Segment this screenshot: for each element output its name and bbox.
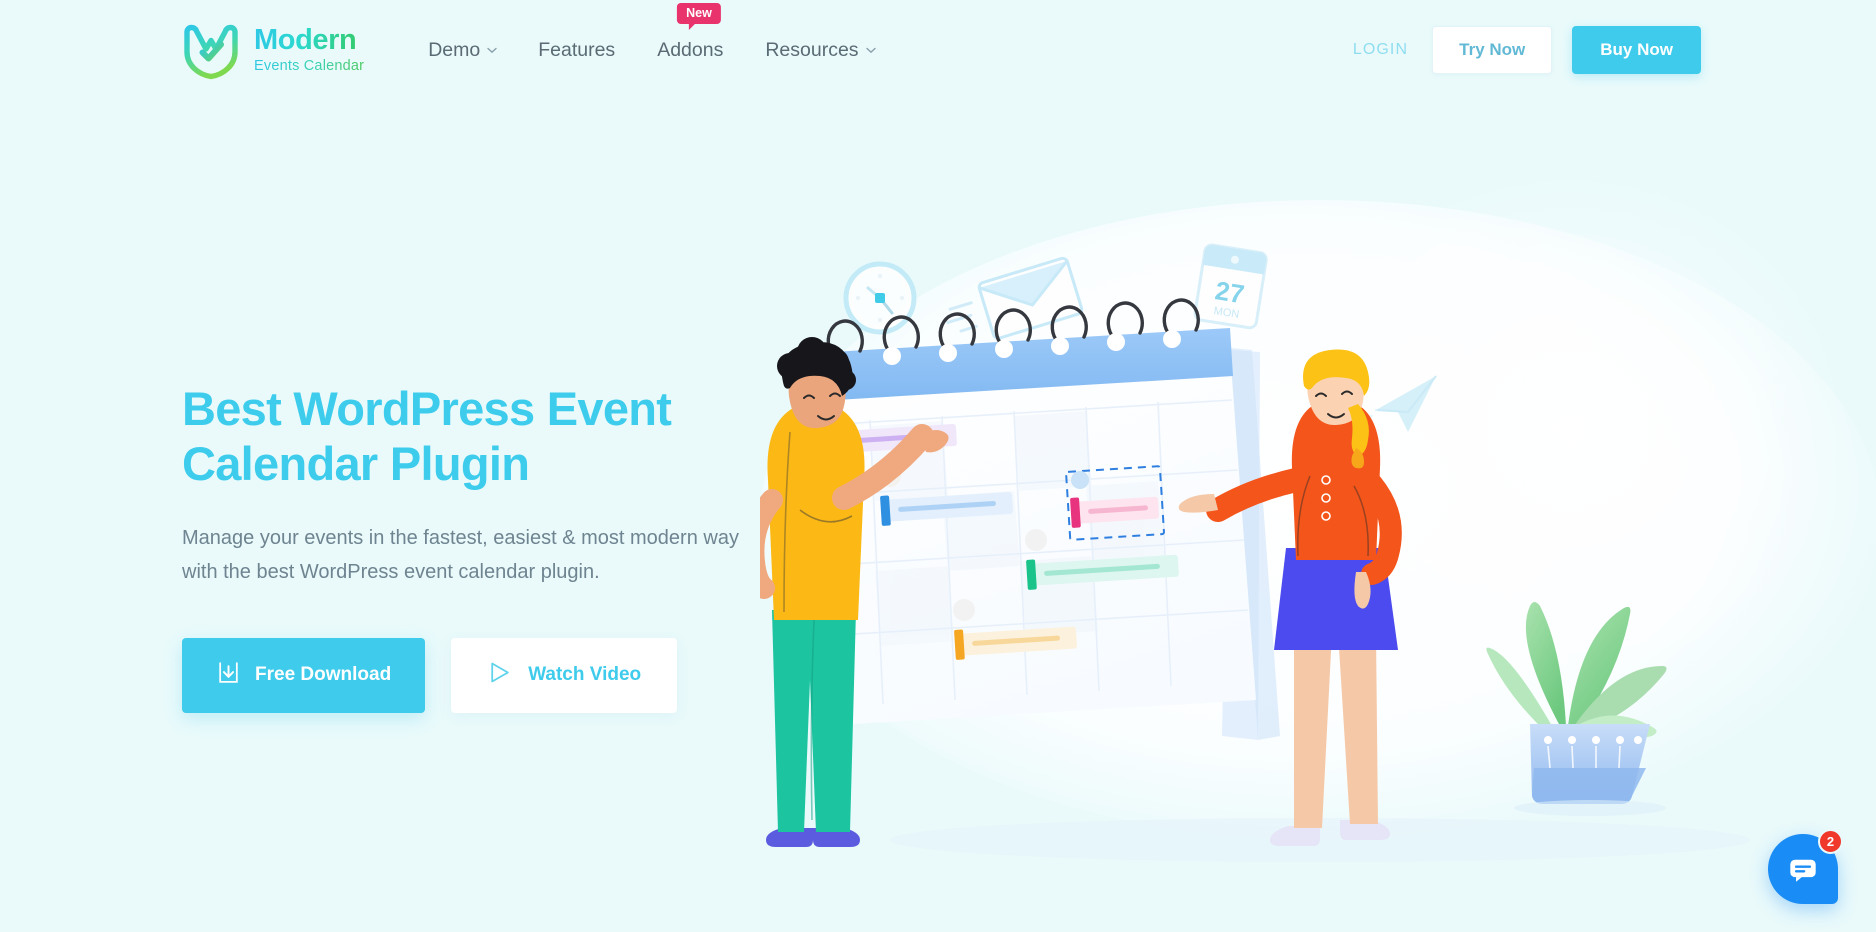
hero-title-line-2: Calendar Plugin — [182, 436, 530, 490]
play-icon — [487, 660, 512, 691]
potted-plant — [1486, 602, 1667, 816]
download-icon — [216, 660, 241, 691]
calendar-board — [800, 298, 1280, 740]
watch-video-label: Watch Video — [528, 664, 642, 686]
watch-video-button[interactable]: Watch Video — [451, 637, 678, 713]
logo-subtitle: Events Calendar — [254, 58, 365, 75]
header-actions: LOGIN Try Now Buy Now — [1353, 26, 1701, 74]
shield-check-icon — [180, 19, 242, 81]
nav-item-addons[interactable]: New Addons — [655, 2, 725, 70]
new-badge: New — [677, 2, 721, 31]
hero-title-line-1: Best WordPress Event — [182, 382, 672, 435]
site-logo[interactable]: Modern Events Calendar — [180, 19, 364, 81]
chat-unread-badge: 2 — [1818, 829, 1843, 854]
main-navigation: Demo Features New Addons Resources — [426, 2, 876, 70]
nav-item-features[interactable]: Features — [536, 31, 617, 70]
hero-cta-group: Free Download Watch Video — [182, 637, 822, 713]
nav-label: Features — [538, 38, 616, 61]
nav-item-resources[interactable]: Resources — [763, 31, 876, 70]
login-link[interactable]: LOGIN — [1353, 41, 1408, 59]
page-title: Best WordPress Event Calendar Plugin — [182, 382, 822, 491]
clock-icon — [843, 261, 917, 335]
nav-label: Resources — [765, 38, 859, 61]
free-download-label: Free Download — [255, 664, 392, 686]
site-header: Modern Events Calendar Demo Features New… — [0, 0, 1876, 100]
hero-illustration: 27 MON — [760, 180, 1876, 880]
chevron-down-icon — [487, 47, 497, 56]
nav-item-demo[interactable]: Demo — [426, 31, 498, 70]
envelope-icon — [946, 256, 1084, 340]
hero-subtitle: Manage your events in the fastest, easie… — [182, 527, 739, 584]
nav-label: Demo — [428, 38, 481, 61]
calendar-page-icon: 27 MON — [1193, 243, 1268, 330]
try-now-button[interactable]: Try Now — [1432, 26, 1553, 74]
nav-label: Addons — [657, 38, 724, 61]
chat-widget-button[interactable]: 2 — [1768, 829, 1843, 904]
buy-now-button[interactable]: Buy Now — [1572, 26, 1701, 74]
free-download-button[interactable]: Free Download — [182, 637, 426, 713]
hero-section: Best WordPress Event Calendar Plugin Man… — [182, 382, 822, 713]
logo-title: Modern — [254, 26, 364, 55]
chevron-down-icon — [865, 47, 876, 56]
svg-text:27: 27 — [1213, 275, 1246, 309]
